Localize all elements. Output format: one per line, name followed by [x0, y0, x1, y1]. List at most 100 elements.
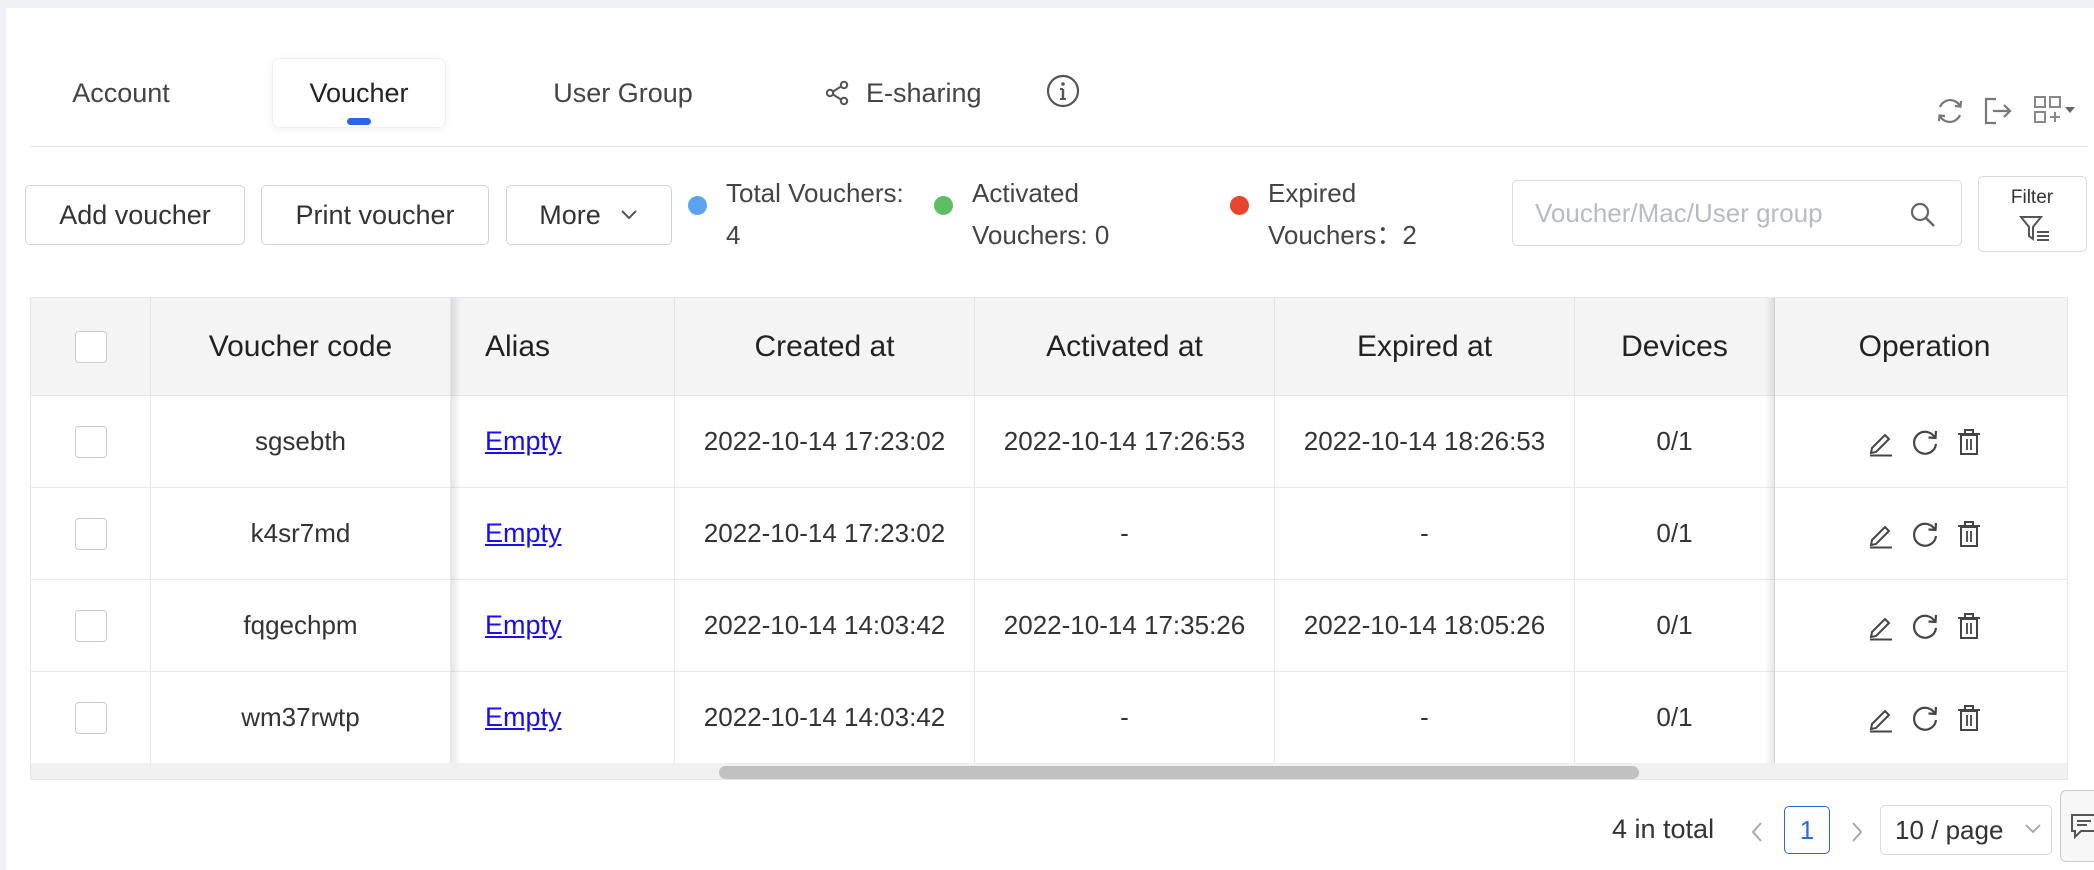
reset-icon[interactable] — [1909, 518, 1941, 550]
cell-activated: - — [975, 488, 1275, 580]
scrollbar-thumb[interactable] — [719, 766, 1639, 779]
cell-expired: 2022-10-14 18:26:53 — [1275, 396, 1575, 488]
filter-icon — [2019, 216, 2049, 241]
voucher-panel: Account Voucher User Group E-sharing Add… — [6, 8, 2094, 870]
table-row: wm37rwtp Empty 2022-10-14 14:03:42 - - 0/1 — [31, 672, 2067, 764]
edit-icon[interactable] — [1865, 610, 1897, 642]
table-row: fqgechpm Empty 2022-10-14 14:03:42 2022-10-… — [31, 580, 2067, 672]
header-devices: Devices — [1575, 298, 1775, 396]
add-voucher-button[interactable]: Add voucher — [25, 185, 245, 245]
export-icon[interactable] — [1982, 95, 2014, 127]
delete-icon[interactable] — [1953, 518, 1985, 550]
reset-icon[interactable] — [1909, 610, 1941, 642]
column-header-label: Operation — [1858, 329, 1991, 363]
column-header-label: Expired at — [1356, 329, 1493, 363]
delete-icon[interactable] — [1953, 702, 1985, 734]
total-vouchers-stat: Total Vouchers: 4 — [726, 178, 904, 250]
cell-text: 2022-10-14 14:03:42 — [703, 610, 946, 640]
cell-alias: Empty — [451, 396, 675, 488]
select-all-checkbox[interactable] — [74, 330, 107, 363]
cell-text: 2022-10-14 18:26:53 — [1303, 426, 1546, 456]
alias-link[interactable]: Empty — [485, 426, 562, 457]
cell-ops — [1775, 396, 2067, 488]
active-tab-indicator — [347, 118, 371, 125]
cell-activated: 2022-10-14 17:26:53 — [975, 396, 1275, 488]
tab-user-group[interactable]: User Group — [526, 58, 720, 128]
page-size-select[interactable]: 10 / page — [1880, 805, 2052, 855]
cell-devices: 0/1 — [1575, 488, 1775, 580]
page-1-button[interactable]: 1 — [1784, 806, 1830, 854]
cell-expired: 2022-10-14 18:05:26 — [1275, 580, 1575, 672]
print-voucher-button[interactable]: Print voucher — [261, 185, 489, 245]
cell-text: k4sr7md — [250, 518, 351, 548]
delete-icon[interactable] — [1953, 610, 1985, 642]
cell-alias: Empty — [451, 488, 675, 580]
column-header-label: Devices — [1621, 329, 1728, 363]
edit-icon[interactable] — [1865, 518, 1897, 550]
more-dropdown[interactable]: More — [506, 185, 672, 245]
cell-text: - — [1120, 702, 1129, 732]
expired-vouchers-stat: Expired Vouchers：2 — [1268, 178, 1417, 250]
tabs-divider — [30, 146, 2088, 147]
search-icon[interactable] — [1909, 201, 1937, 229]
header-expired-at: Expired at — [1275, 298, 1575, 396]
reset-icon[interactable] — [1909, 702, 1941, 734]
cell-text: fqgechpm — [243, 610, 358, 640]
filter-button[interactable]: Filter — [1978, 176, 2087, 252]
cell-devices: 0/1 — [1575, 396, 1775, 488]
alias-link[interactable]: Empty — [485, 610, 562, 641]
cell-alias: Empty — [451, 672, 675, 764]
activated-vouchers-dot — [934, 196, 953, 215]
tab-e-sharing[interactable]: E-sharing — [824, 58, 1014, 128]
cell-text: sgsebth — [254, 426, 347, 456]
cell-text: 2022-10-14 17:23:02 — [703, 426, 946, 456]
row-checkbox[interactable] — [74, 609, 107, 642]
cell-text: 2022-10-14 17:23:02 — [703, 518, 946, 548]
cell-devices: 0/1 — [1575, 580, 1775, 672]
edit-icon[interactable] — [1865, 426, 1897, 458]
info-icon[interactable] — [1046, 74, 1080, 108]
refresh-icon[interactable] — [1934, 95, 1966, 127]
cell-text: 0/1 — [1656, 518, 1693, 548]
column-header-label: Activated at — [1046, 329, 1203, 363]
feedback-tab[interactable] — [2060, 790, 2094, 862]
cell-code: k4sr7md — [151, 488, 451, 580]
cell-activated: 2022-10-14 17:35:26 — [975, 580, 1275, 672]
edit-icon[interactable] — [1865, 702, 1897, 734]
reset-icon[interactable] — [1909, 426, 1941, 458]
prev-page-icon[interactable] — [1748, 820, 1766, 844]
cell-text: - — [1120, 518, 1129, 548]
cell-text: 2022-10-14 17:35:26 — [1003, 610, 1246, 640]
column-header-label: Created at — [754, 329, 895, 363]
cell-check — [31, 672, 151, 764]
row-checkbox[interactable] — [74, 425, 107, 458]
row-checkbox[interactable] — [74, 517, 107, 550]
next-page-icon[interactable] — [1848, 820, 1866, 844]
cell-text: 2022-10-14 18:05:26 — [1303, 610, 1546, 640]
row-checkbox[interactable] — [74, 701, 107, 734]
cell-ops — [1775, 580, 2067, 672]
chat-icon — [2071, 814, 2094, 840]
cell-text: - — [1420, 518, 1429, 548]
column-settings-icon[interactable] — [2032, 92, 2080, 128]
cell-check — [31, 488, 151, 580]
tab-account[interactable]: Account — [46, 58, 196, 128]
cell-text: 0/1 — [1656, 610, 1693, 640]
alias-link[interactable]: Empty — [485, 518, 562, 549]
cell-text: 0/1 — [1656, 426, 1693, 456]
cell-created: 2022-10-14 17:23:02 — [675, 396, 975, 488]
filter-label: Filter — [2010, 187, 2054, 208]
cell-ops — [1775, 672, 2067, 764]
delete-icon[interactable] — [1953, 426, 1985, 458]
vouchers-table: Voucher code Alias Created at Activated at E… — [30, 297, 2068, 780]
search-input[interactable] — [1535, 191, 1895, 235]
header-created-at: Created at — [675, 298, 975, 396]
total-vouchers-dot — [688, 196, 707, 215]
alias-link[interactable]: Empty — [485, 702, 562, 733]
cell-devices: 0/1 — [1575, 672, 1775, 764]
tab-voucher[interactable]: Voucher — [272, 58, 446, 128]
header-operation: Operation — [1775, 298, 2067, 396]
cell-check — [31, 396, 151, 488]
chevron-down-icon — [621, 210, 637, 220]
horizontal-scrollbar[interactable] — [31, 763, 2067, 779]
